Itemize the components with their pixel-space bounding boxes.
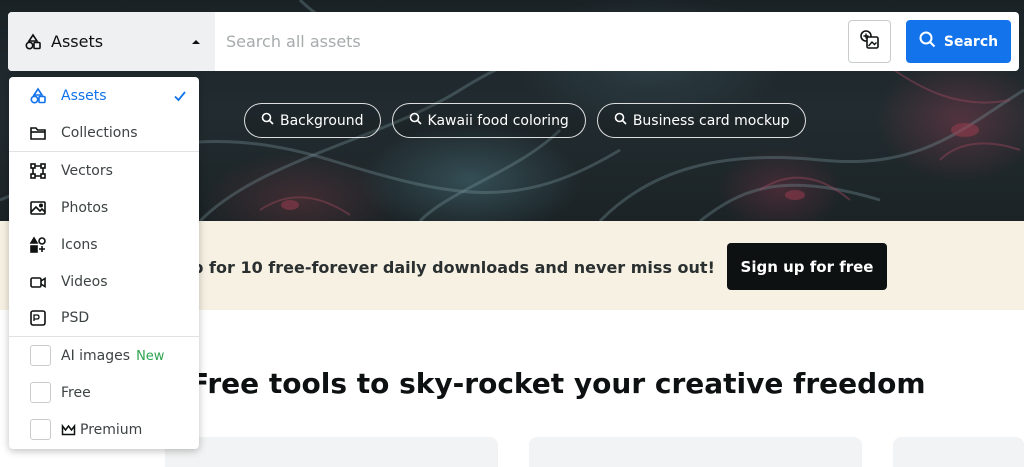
filter-label: Free <box>61 384 91 401</box>
folder-icon <box>29 124 47 142</box>
dropdown-item-label: Photos <box>61 199 109 216</box>
dropdown-item-label: Assets <box>61 87 107 104</box>
tag-label: Kawaii food coloring <box>427 112 569 129</box>
dropdown-item-label: Collections <box>61 124 138 141</box>
dropdown-item-photos[interactable]: Photos <box>9 189 199 226</box>
dropdown-item-label: Videos <box>61 273 108 290</box>
search-icon <box>409 112 422 129</box>
dropdown-item-assets[interactable]: Assets <box>9 77 199 114</box>
search-button[interactable]: Search <box>906 20 1011 63</box>
asset-type-label: Assets <box>51 32 104 51</box>
caret-up-icon <box>191 37 201 47</box>
filter-free[interactable]: Free <box>9 374 199 411</box>
assets-icon <box>29 87 47 105</box>
filter-ai-images[interactable]: AI images New <box>9 337 199 374</box>
search-bar: Assets Search <box>8 12 1019 71</box>
dropdown-item-label: Vectors <box>61 162 113 179</box>
tag-label: Business card mockup <box>632 112 790 129</box>
new-badge: New <box>136 348 165 364</box>
psd-icon <box>29 309 47 327</box>
video-icon <box>29 273 47 291</box>
assets-icon <box>24 33 42 51</box>
image-search-button[interactable] <box>848 20 891 63</box>
search-icon <box>261 112 274 129</box>
checkmark-icon <box>173 89 187 103</box>
crown-icon <box>61 423 76 436</box>
asset-type-select[interactable]: Assets <box>8 12 215 71</box>
asset-type-dropdown: Assets Collections Vectors Photos Icons … <box>9 77 199 449</box>
dropdown-item-videos[interactable]: Videos <box>9 263 199 300</box>
filter-ai-images-label-wrap: AI images New <box>61 348 164 364</box>
tag-kawaii-food-coloring[interactable]: Kawaii food coloring <box>391 103 586 138</box>
filter-premium-label-wrap: Premium <box>61 422 142 438</box>
dropdown-item-label: Icons <box>61 236 98 253</box>
tag-background[interactable]: Background <box>244 103 381 138</box>
dropdown-item-collections[interactable]: Collections <box>9 114 199 151</box>
tool-card[interactable] <box>529 437 862 467</box>
photo-icon <box>29 199 47 217</box>
tool-card[interactable] <box>893 437 1024 467</box>
search-icon <box>919 31 936 52</box>
image-search-icon <box>859 29 881 55</box>
filter-label: AI images <box>61 347 131 364</box>
tools-heading: Free tools to sky-rocket your creative f… <box>190 367 926 400</box>
tool-card[interactable] <box>165 437 498 467</box>
free-checkbox[interactable] <box>30 382 51 403</box>
dropdown-item-label: PSD <box>61 309 90 326</box>
tag-business-card-mockup[interactable]: Business card mockup <box>596 103 807 138</box>
dropdown-item-icons[interactable]: Icons <box>9 226 199 263</box>
search-icon <box>614 112 627 129</box>
suggested-searches: Background Kawaii food coloring Business… <box>244 103 807 138</box>
dropdown-item-psd[interactable]: PSD <box>9 299 199 336</box>
dropdown-item-vectors[interactable]: Vectors <box>9 152 199 189</box>
premium-checkbox[interactable] <box>30 419 51 440</box>
promo-text: p for 10 free-forever daily downloads an… <box>192 258 715 277</box>
sign-up-button[interactable]: Sign up for free <box>727 243 887 290</box>
ai-images-checkbox[interactable] <box>30 345 51 366</box>
search-button-label: Search <box>943 33 999 50</box>
tag-label: Background <box>280 112 364 129</box>
filter-premium[interactable]: Premium <box>9 411 199 448</box>
filter-label: Premium <box>80 421 143 438</box>
icons-icon <box>29 235 47 254</box>
vector-icon <box>29 162 47 180</box>
search-input[interactable] <box>215 12 848 71</box>
